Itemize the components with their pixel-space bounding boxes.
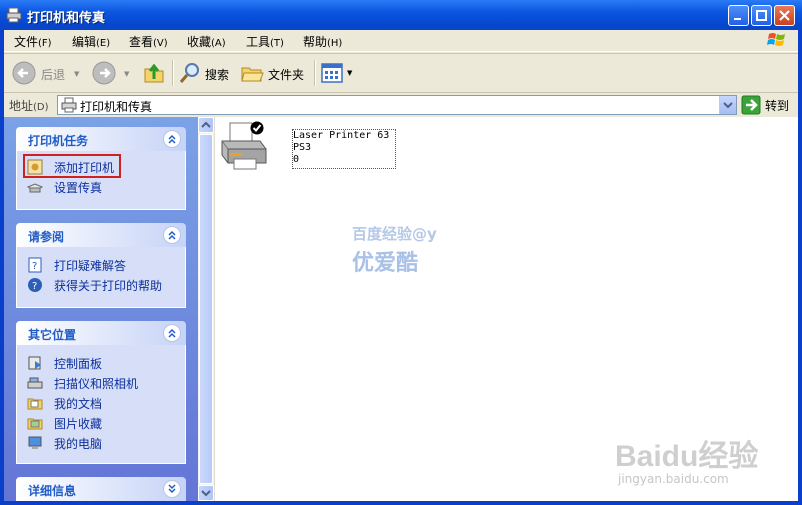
default-check-icon <box>250 121 264 135</box>
address-value: 打印机和传真 <box>80 100 153 114</box>
forward-dropdown-icon[interactable]: ▼ <box>124 70 129 78</box>
back-button[interactable]: 后退 <box>10 60 72 86</box>
watermark-text: 优爱酷 <box>352 251 419 276</box>
minimize-button[interactable] <box>728 5 749 26</box>
toolbar-separator <box>314 60 316 86</box>
forward-button[interactable] <box>90 60 120 86</box>
close-button[interactable] <box>774 5 795 26</box>
address-input[interactable]: 打印机和传真 <box>57 95 737 115</box>
folders-icon <box>241 67 264 82</box>
printer-folder-icon <box>6 7 22 23</box>
window-border <box>798 30 802 505</box>
menu-bar: 文件(F) 编辑(E) 查看(V) 收藏(A) 工具(T) 帮助(H) <box>4 30 798 52</box>
chevron-down-icon <box>723 102 733 109</box>
address-dropdown-button[interactable] <box>719 96 736 114</box>
chevron-down-icon <box>201 490 211 497</box>
printer-tasks-panel: 打印机任务 添加打印机 设置传真 <box>16 127 186 210</box>
search-button[interactable]: 搜索 <box>178 60 234 86</box>
menu-help[interactable]: 帮助(H) <box>303 33 342 50</box>
content-pane[interactable]: Laser Printer 63 PS3 0 百度经验@y 优爱酷 Baidu经… <box>198 117 798 501</box>
baidu-watermark: Baidu经验 <box>615 440 759 473</box>
views-icon <box>321 63 343 83</box>
scanner-icon <box>27 375 43 391</box>
search-icon <box>179 63 199 83</box>
scroll-up-button[interactable] <box>198 117 214 133</box>
printer-icon <box>221 122 267 170</box>
svg-text:?: ? <box>32 281 37 292</box>
menu-edit[interactable]: 编辑(E) <box>72 33 110 50</box>
maximize-button[interactable] <box>751 5 772 26</box>
svg-text:?: ? <box>32 261 37 272</box>
collapse-chevron-icon[interactable] <box>163 226 181 244</box>
printer-label: Laser Printer 63 PS3 0 <box>292 129 396 169</box>
collapse-chevron-icon[interactable] <box>163 324 181 342</box>
chevron-up-icon <box>201 121 211 128</box>
help-icon: ? <box>27 277 43 293</box>
address-bar: 地址(D) 打印机和传真 转到 <box>4 92 798 116</box>
baidu-watermark-url: jingyan.baidu.com <box>618 472 729 486</box>
menu-tools[interactable]: 工具(T) <box>246 33 284 50</box>
address-label: 地址(D) <box>9 99 49 113</box>
my-documents-icon <box>27 395 43 411</box>
help-book-icon: ? <box>27 257 43 273</box>
views-dropdown-icon: ▼ <box>347 69 353 77</box>
window-border <box>0 501 802 505</box>
folders-button[interactable]: 文件夹 <box>240 60 308 86</box>
window-title: 打印机和传真 <box>27 11 106 26</box>
details-panel: 详细信息 <box>16 477 186 501</box>
menu-view[interactable]: 查看(V) <box>129 33 168 50</box>
scroll-thumb[interactable] <box>199 134 213 484</box>
explorer-window: 打印机和传真 文件(F) 编辑(E) 查看(V) 收藏(A) 工具(T) 帮助(… <box>0 0 802 505</box>
other-places-panel: 其它位置 控制面板 扫描仪和照相机 我的文档 图片收藏 我的电脑 <box>16 321 186 464</box>
see-also-panel: 请参阅 ? 打印疑难解答 ? 获得关于打印的帮助 <box>16 223 186 308</box>
vertical-scrollbar[interactable] <box>198 117 215 501</box>
other-places-header[interactable]: 其它位置 <box>16 321 186 345</box>
add-printer-icon <box>27 159 43 175</box>
title-bar[interactable]: 打印机和传真 <box>0 0 802 30</box>
views-button[interactable]: ▼ <box>320 60 356 86</box>
control-panel-icon <box>27 355 43 371</box>
watermark-text: 百度经验@y <box>352 225 437 243</box>
toolbar-separator <box>172 60 174 86</box>
menu-favorites[interactable]: 收藏(A) <box>187 33 226 50</box>
windows-logo-icon <box>766 30 788 50</box>
forward-arrow-icon <box>92 61 116 85</box>
window-border <box>0 30 4 505</box>
printer-tasks-header[interactable]: 打印机任务 <box>16 127 186 151</box>
see-also-header[interactable]: 请参阅 <box>16 223 186 247</box>
my-computer-icon <box>27 435 43 451</box>
fax-icon <box>26 179 44 195</box>
details-header[interactable]: 详细信息 <box>16 477 186 501</box>
printer-folder-icon <box>61 97 77 113</box>
go-arrow-icon <box>741 95 761 115</box>
task-pane: 打印机任务 添加打印机 设置传真 请参阅 ? 打印疑难解答 ? 获得关于打印的帮… <box>4 117 198 501</box>
menu-file[interactable]: 文件(F) <box>14 33 52 50</box>
my-pictures-icon <box>27 415 43 431</box>
up-folder-icon <box>144 63 164 83</box>
up-folder-button[interactable] <box>141 60 167 86</box>
back-arrow-icon <box>12 61 36 85</box>
standard-toolbar: 后退 ▼ ▼ 搜索 文件夹 ▼ <box>4 53 798 92</box>
expand-chevron-icon[interactable] <box>163 480 181 498</box>
back-dropdown-icon[interactable]: ▼ <box>74 70 79 78</box>
scroll-down-button[interactable] <box>198 485 214 501</box>
collapse-chevron-icon[interactable] <box>163 130 181 148</box>
